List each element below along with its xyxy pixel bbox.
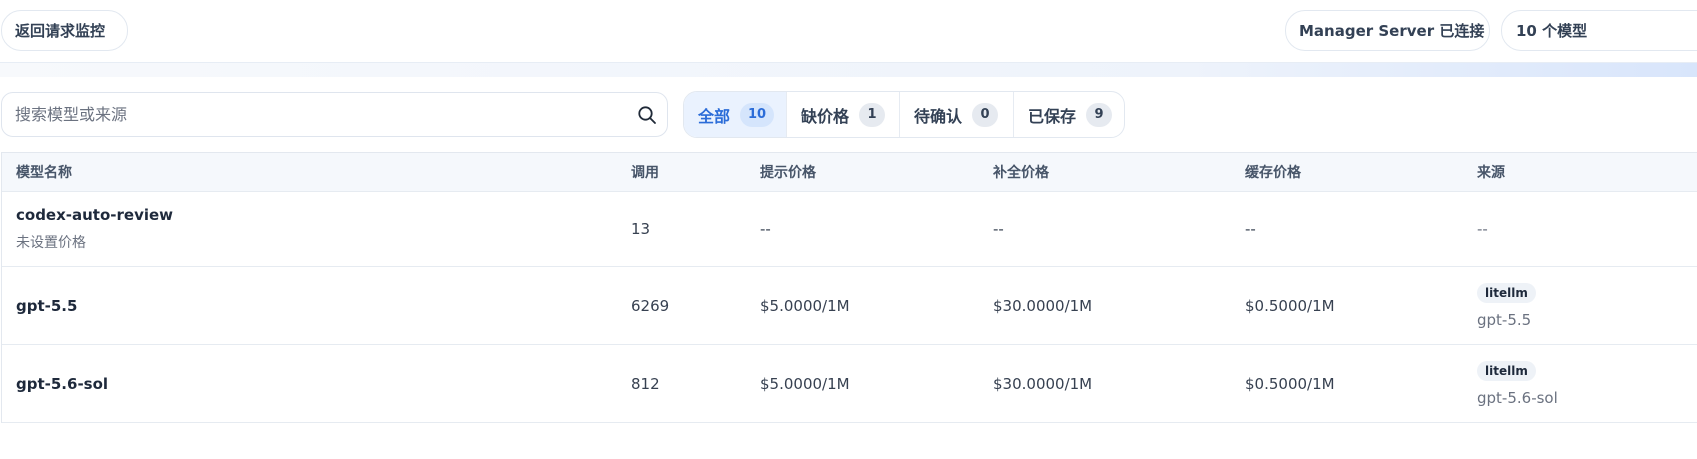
source-model: gpt-5.5 xyxy=(1477,310,1532,329)
model-name-cell: codex-auto-review 未设置价格 xyxy=(16,192,173,266)
header-calls: 调用 xyxy=(631,165,659,181)
completion-price-value: $30.0000/1M xyxy=(993,296,1093,315)
source-badge: litellm xyxy=(1477,282,1536,303)
tab-missing-price[interactable]: 缺价格 1 xyxy=(787,92,900,137)
header-model-name: 模型名称 xyxy=(16,165,72,181)
table-row[interactable]: codex-auto-review 未设置价格 13 -- -- -- -- xyxy=(2,192,1697,267)
source-cell: litellm gpt-5.6-sol xyxy=(1477,345,1558,422)
source-badge: litellm xyxy=(1477,360,1536,381)
tab-all-label: 全部 xyxy=(698,106,731,126)
header-prompt-price: 提示价格 xyxy=(760,165,816,181)
header-source: 来源 xyxy=(1477,165,1505,181)
price-status-note: 未设置价格 xyxy=(16,235,86,251)
model-name: gpt-5.5 xyxy=(16,296,78,315)
source-model: -- xyxy=(1477,220,1488,238)
filter-tabs: 全部 10 缺价格 1 待确认 0 已保存 9 xyxy=(683,91,1125,138)
search-box xyxy=(1,92,668,137)
tab-missing-price-label: 缺价格 xyxy=(801,106,850,126)
model-name: gpt-5.6-sol xyxy=(16,374,109,393)
tab-missing-price-count: 1 xyxy=(859,102,886,127)
table-row[interactable]: gpt-5.5 6269 $5.0000/1M $30.0000/1M $0.5… xyxy=(2,267,1697,345)
model-count-badge: 10 个模型 xyxy=(1501,10,1697,51)
search-icon[interactable] xyxy=(637,105,657,125)
model-name-cell: gpt-5.5 xyxy=(16,267,77,344)
completion-price-value: -- xyxy=(993,220,1004,238)
source-cell: -- xyxy=(1477,192,1488,266)
search-input[interactable] xyxy=(2,104,637,125)
model-name-cell: gpt-5.6-sol xyxy=(16,345,108,422)
back-to-request-monitor-button[interactable]: 返回请求监控 xyxy=(1,10,128,51)
model-count-label: 10 个模型 xyxy=(1516,22,1588,40)
tab-pending-count: 0 xyxy=(972,102,999,127)
model-pricing-table: 模型名称 调用 提示价格 补全价格 缓存价格 来源 codex-auto-rev… xyxy=(1,152,1697,423)
model-name: codex-auto-review xyxy=(16,206,174,224)
calls-value: 13 xyxy=(631,220,651,238)
header-completion-price: 补全价格 xyxy=(993,165,1049,181)
header-cache-price: 缓存价格 xyxy=(1245,165,1301,181)
tab-saved-label: 已保存 xyxy=(1028,106,1077,126)
cache-price-value: $0.5000/1M xyxy=(1245,374,1335,393)
table-row[interactable]: gpt-5.6-sol 812 $5.0000/1M $30.0000/1M $… xyxy=(2,345,1697,423)
header-divider-band xyxy=(0,62,1697,77)
cache-price-value: -- xyxy=(1245,220,1256,238)
tab-saved[interactable]: 已保存 9 xyxy=(1014,92,1124,137)
completion-price-value: $30.0000/1M xyxy=(993,374,1093,393)
source-cell: litellm gpt-5.5 xyxy=(1477,267,1536,344)
tab-all[interactable]: 全部 10 xyxy=(684,92,787,137)
calls-value: 6269 xyxy=(631,296,670,315)
tab-pending-label: 待确认 xyxy=(914,106,963,126)
table-header-row: 模型名称 调用 提示价格 补全价格 缓存价格 来源 xyxy=(2,153,1697,192)
source-model: gpt-5.6-sol xyxy=(1477,388,1558,407)
calls-value: 812 xyxy=(631,374,660,393)
back-button-label: 返回请求监控 xyxy=(15,22,106,40)
cache-price-value: $0.5000/1M xyxy=(1245,296,1335,315)
tab-saved-count: 9 xyxy=(1086,102,1113,127)
prompt-price-value: $5.0000/1M xyxy=(760,374,850,393)
tab-pending[interactable]: 待确认 0 xyxy=(900,92,1014,137)
prompt-price-value: $5.0000/1M xyxy=(760,296,850,315)
server-status-badge: Manager Server 已连接 xyxy=(1285,10,1490,51)
prompt-price-value: -- xyxy=(760,220,771,238)
server-status-label: Manager Server 已连接 xyxy=(1299,22,1485,40)
tab-all-count: 10 xyxy=(740,102,775,127)
